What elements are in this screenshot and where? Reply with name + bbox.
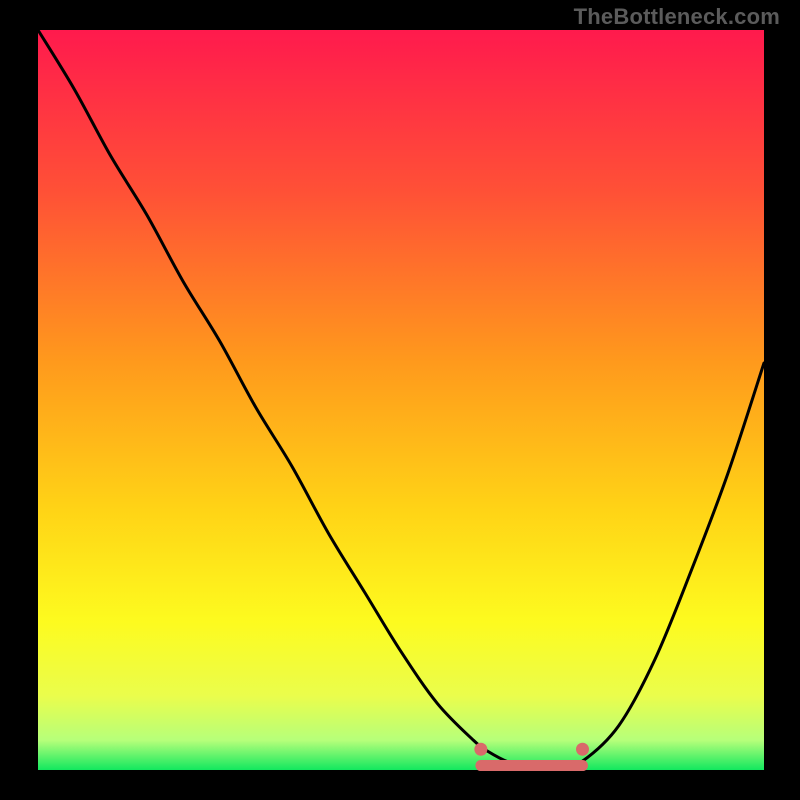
optimal-range-end-dot [576, 743, 589, 756]
bottleneck-chart [0, 0, 800, 800]
chart-frame: TheBottleneck.com [0, 0, 800, 800]
optimal-range-start-dot [474, 743, 487, 756]
